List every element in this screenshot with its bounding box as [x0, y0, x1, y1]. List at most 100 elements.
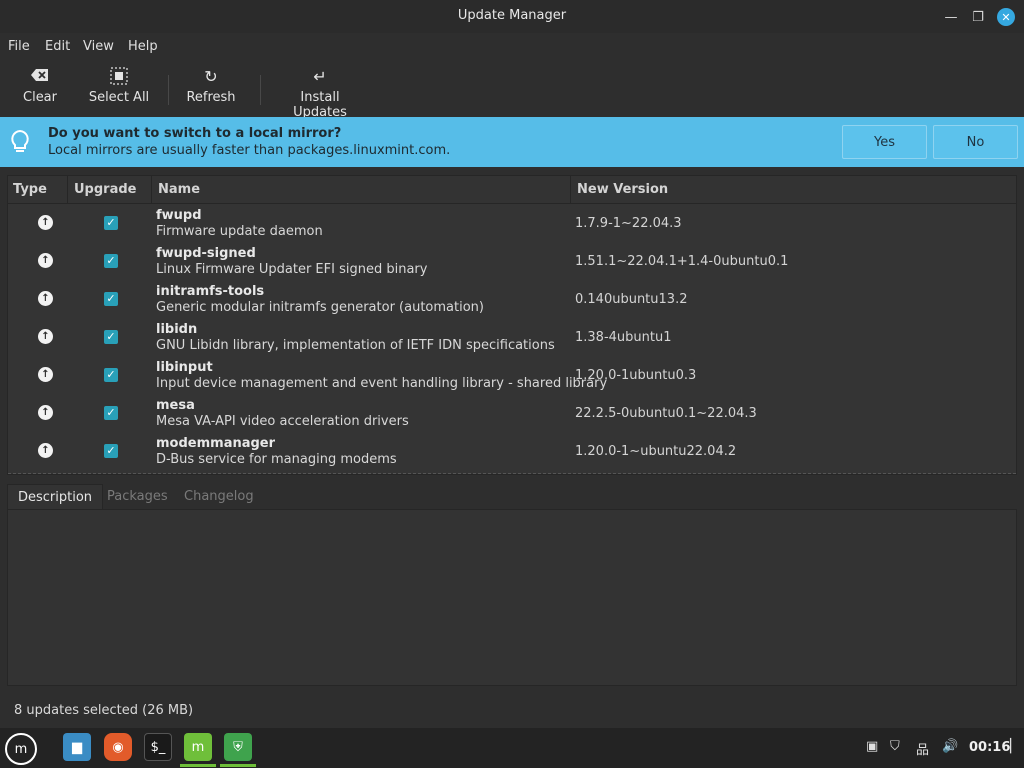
volume-icon[interactable]: 🔊 [942, 739, 958, 754]
status-text: 8 updates selected (26 MB) [14, 703, 194, 718]
column-separator [67, 176, 68, 204]
column-separator [151, 176, 152, 204]
enter-icon: ↵ [313, 67, 327, 86]
table-row[interactable]: ↑ ✓ mesa Mesa VA-API video acceleration … [8, 394, 1016, 432]
description-panel [7, 509, 1017, 686]
mint-update-icon[interactable]: m [184, 733, 212, 761]
package-description: D-Bus service for managing modems [156, 452, 397, 467]
upgrade-type-icon: ↑ [38, 367, 53, 382]
updates-list: Type Upgrade Name New Version ↑ ✓ fwupd … [7, 175, 1017, 475]
network-icon[interactable]: 品 [916, 739, 929, 758]
package-description: Firmware update daemon [156, 224, 323, 239]
infobar-title: Do you want to switch to a local mirror? [48, 126, 342, 141]
list-header: Type Upgrade Name New Version [8, 176, 1016, 204]
upgrade-checkbox[interactable]: ✓ [104, 406, 118, 420]
column-separator [570, 176, 571, 204]
toolbar-separator [260, 75, 261, 105]
refresh-button[interactable]: ↻ Refresh [184, 67, 238, 113]
table-row[interactable]: ↑ ✓ fwupd-signed Linux Firmware Updater … [8, 242, 1016, 280]
column-upgrade[interactable]: Upgrade [74, 182, 136, 197]
package-version: 1.20.0-1ubuntu0.3 [575, 368, 697, 383]
no-button[interactable]: No [933, 125, 1018, 159]
minimize-icon[interactable]: — [940, 6, 962, 28]
table-row[interactable]: ↑ ✓ modemmanager D-Bus service for manag… [8, 432, 1016, 470]
backspace-icon [18, 67, 62, 87]
menu-view[interactable]: View [83, 39, 114, 54]
table-row[interactable]: ↑ ✓ initramfs-tools Generic modular init… [8, 280, 1016, 318]
menu-bar: File Edit View Help [0, 33, 1024, 59]
toolbar: Clear Select All ↻ Refresh ↵ Install Upd… [0, 59, 1024, 120]
menu-edit[interactable]: Edit [45, 39, 70, 54]
title-bar: Update Manager — ❐ ✕ [0, 0, 1024, 33]
upgrade-type-icon: ↑ [38, 443, 53, 458]
upgrade-checkbox[interactable]: ✓ [104, 216, 118, 230]
clock[interactable]: 00:16 [969, 740, 1010, 755]
menu-file[interactable]: File [8, 39, 30, 54]
package-version: 1.7.9-1~22.04.3 [575, 216, 682, 231]
terminal-icon[interactable]: $_ [144, 733, 172, 761]
tab-description[interactable]: Description [7, 484, 104, 510]
package-name: modemmanager [156, 436, 276, 451]
active-indicator [180, 764, 216, 767]
package-version: 0.140ubuntu13.2 [575, 292, 688, 307]
menu-help[interactable]: Help [128, 39, 158, 54]
maximize-icon[interactable]: ❐ [967, 6, 989, 28]
toolbar-separator [168, 75, 169, 105]
upgrade-checkbox[interactable]: ✓ [104, 254, 118, 268]
column-name[interactable]: Name [158, 182, 200, 197]
upgrade-type-icon: ↑ [38, 291, 53, 306]
yes-button[interactable]: Yes [842, 125, 927, 159]
package-name: mesa [156, 398, 195, 413]
package-version: 1.38-4ubuntu1 [575, 330, 672, 345]
package-description: Generic modular initramfs generator (aut… [156, 300, 484, 315]
package-version: 1.51.1~22.04.1+1.4-0ubuntu0.1 [575, 254, 789, 269]
mint-menu-icon[interactable]: m [5, 733, 37, 765]
upgrade-checkbox[interactable]: ✓ [104, 330, 118, 344]
notification-icon[interactable]: ▣ [866, 739, 878, 754]
detail-tabs: Description Packages Changelog [7, 484, 1017, 510]
firefox-icon[interactable]: ◉ [104, 733, 132, 761]
active-indicator [220, 764, 256, 767]
mirror-infobar: Do you want to switch to a local mirror?… [0, 117, 1024, 167]
table-row[interactable]: ↑ ✓ libinput Input device management and… [8, 356, 1016, 394]
package-name: fwupd [156, 208, 202, 223]
package-name: fwupd-signed [156, 246, 256, 261]
upgrade-checkbox[interactable]: ✓ [104, 444, 118, 458]
package-name: libidn [156, 322, 198, 337]
package-description: GNU Libidn library, implementation of IE… [156, 338, 555, 353]
lightbulb-icon [10, 129, 30, 155]
upgrade-type-icon: ↑ [38, 405, 53, 420]
package-name: libinput [156, 360, 213, 375]
package-version: 22.2.5-0ubuntu0.1~22.04.3 [575, 406, 757, 421]
column-type[interactable]: Type [13, 182, 47, 197]
table-row[interactable]: ↑ ✓ libidn GNU Libidn library, implement… [8, 318, 1016, 356]
refresh-icon: ↻ [204, 67, 218, 86]
window-title: Update Manager [457, 8, 567, 23]
select-all-icon [88, 67, 150, 87]
taskbar: m ▆ ◉ $_ m ⛨ ▣ ⛉ 品 🔊 00:16 ▏ [0, 728, 1024, 768]
select-all-button[interactable]: Select All [88, 67, 150, 113]
upgrade-checkbox[interactable]: ✓ [104, 368, 118, 382]
package-description: Mesa VA-API video acceleration drivers [156, 414, 409, 429]
infobar-subtitle: Local mirrors are usually faster than pa… [48, 143, 451, 158]
install-updates-button[interactable]: ↵ Install Updates [272, 67, 368, 120]
column-new-version[interactable]: New Version [577, 182, 668, 197]
clear-button[interactable]: Clear [18, 67, 62, 113]
tab-changelog[interactable]: Changelog [174, 484, 264, 510]
list-bottom-divider [8, 473, 1016, 474]
upgrade-checkbox[interactable]: ✓ [104, 292, 118, 306]
package-description: Input device management and event handli… [156, 376, 608, 391]
upgrade-type-icon: ↑ [38, 253, 53, 268]
table-row[interactable]: ↑ ✓ fwupd Firmware update daemon 1.7.9-1… [8, 204, 1016, 242]
tab-packages[interactable]: Packages [97, 484, 178, 510]
folder-icon[interactable]: ▆ [63, 733, 91, 761]
close-icon[interactable]: ✕ [995, 6, 1017, 28]
package-version: 1.20.0-1~ubuntu22.04.2 [575, 444, 737, 459]
package-description: Linux Firmware Updater EFI signed binary [156, 262, 428, 277]
shield-tray-icon[interactable]: ⛉ [890, 739, 900, 754]
upgrade-type-icon: ↑ [38, 329, 53, 344]
shield-icon[interactable]: ⛨ [224, 733, 252, 761]
show-desktop-button[interactable]: ▏ [1010, 739, 1020, 754]
upgrade-type-icon: ↑ [38, 215, 53, 230]
package-name: initramfs-tools [156, 284, 265, 299]
